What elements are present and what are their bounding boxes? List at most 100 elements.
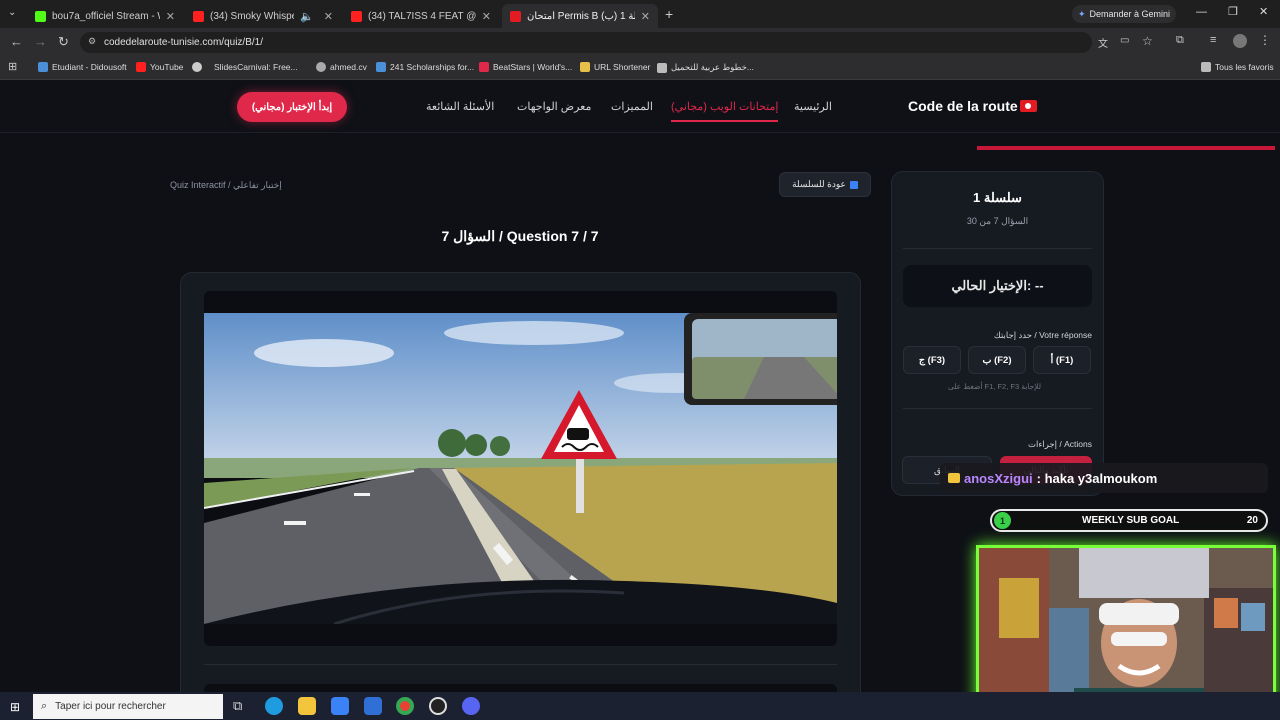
window-close-button[interactable]: ✕ [1259, 5, 1268, 18]
bookmark-url-shortener[interactable]: URL Shortener [580, 62, 650, 72]
search-placeholder: Taper ici pour rechercher [55, 701, 166, 712]
tunisia-flag-icon [1020, 100, 1037, 112]
chat-username: anosXzigui [964, 470, 1033, 486]
goal-current: 1 [994, 512, 1011, 529]
speaker-icon[interactable]: 🔈 [300, 10, 314, 23]
start-test-button[interactable]: إبدأ الإختبار (مجاني) [237, 92, 347, 122]
menu-icon[interactable]: ⋮ [1259, 33, 1271, 47]
current-choice: الإختيار الحالي: -- [903, 265, 1092, 307]
beatstars-icon [479, 62, 489, 72]
breadcrumb: Quiz Interactif / إختبار تفاعلي [170, 180, 282, 190]
nav-gallery[interactable]: معرض الواجهات [517, 100, 591, 113]
nav-home[interactable]: الرئيسية [794, 100, 832, 113]
nav-faq[interactable]: الأسئلة الشائعة [426, 100, 494, 113]
media-icon[interactable]: ≡ [1210, 34, 1216, 46]
gemini-button[interactable]: ✦ Demander à Gemini [1072, 5, 1176, 23]
apps-grid-icon[interactable]: ⊞ [8, 60, 17, 73]
profile-avatar[interactable] [1233, 34, 1247, 48]
minimize-button[interactable]: — [1196, 6, 1207, 18]
gemini-label: Demander à Gemini [1089, 9, 1171, 19]
answer-b-button[interactable]: ب (F2) [968, 346, 1026, 374]
new-tab-button[interactable]: + [665, 6, 673, 22]
youtube-icon [136, 62, 146, 72]
close-icon[interactable]: ✕ [324, 10, 333, 23]
question-title: السؤال 7 / Question 7 / 7 [441, 228, 599, 244]
tab-tal7iss[interactable]: (34) TAL7ISS 4 FEAT @Dahmani ✕ [343, 4, 499, 28]
close-icon[interactable]: ✕ [641, 10, 650, 23]
all-favorites[interactable]: Tous les favoris [1201, 62, 1274, 72]
nav-web-exams[interactable]: إمتحانات الويب (مجاني) [671, 100, 779, 122]
back-to-series-button[interactable]: عودة للسلسلة [779, 172, 871, 197]
bookmark-star-icon[interactable]: ☆ [1142, 34, 1153, 48]
task-view-icon[interactable]: ⧉ [233, 698, 242, 714]
didousoft-icon [38, 62, 48, 72]
bookmark-scholarships[interactable]: 241 Scholarships for... [376, 62, 474, 72]
chrome-icon[interactable] [396, 697, 414, 715]
back-icon [849, 180, 858, 189]
bookmark-label: ahmed.cv [330, 62, 367, 72]
bookmark-label: 241 Scholarships for... [390, 62, 475, 72]
tab-title: (34) Smoky Whispers: A Lat [210, 10, 294, 22]
back-arrow-icon[interactable]: ← [10, 34, 23, 49]
bookmark-label: BeatStars | World's... [493, 62, 573, 72]
folder-icon [580, 62, 590, 72]
kick-icon [35, 10, 46, 22]
divider [903, 248, 1092, 249]
tab-stream[interactable]: bou7a_officiel Stream - Watch Liv ✕ [27, 4, 183, 28]
forward-arrow-icon[interactable]: → [34, 34, 47, 49]
taskbar-search[interactable]: ⌕ Taper ici pour rechercher [33, 694, 223, 719]
tab-title: امتحان Permis B (ب) سلسلة 1 - [527, 10, 635, 22]
youtube-icon [193, 10, 204, 22]
fonts-icon [657, 62, 667, 73]
series-title: سلسلة 1 [973, 190, 1022, 205]
all-favorites-label: Tous les favoris [1215, 62, 1274, 72]
globe-icon [316, 62, 326, 72]
bookmark-ahmed[interactable]: ahmed.cv [316, 62, 367, 72]
tab-title: bou7a_officiel Stream - Watch Liv [52, 10, 160, 22]
close-icon[interactable]: ✕ [482, 10, 491, 23]
bookmark-arabic-fonts[interactable]: خطوط عربية للتحميل... [657, 62, 754, 73]
cast-icon[interactable]: ▭ [1120, 35, 1129, 46]
chat-message: : haka y3almoukom [1036, 470, 1158, 486]
reload-icon[interactable]: ↻ [58, 34, 69, 50]
tab-list-chevron-icon[interactable]: ⌄ [8, 7, 16, 18]
bookmark-label: SlidesCarnival: Free... [214, 62, 298, 72]
progress-line [977, 146, 1275, 150]
extensions-icon[interactable]: ⧉ [1176, 34, 1184, 47]
tab-quiz[interactable]: امتحان Permis B (ب) سلسلة 1 - ✕ [502, 4, 658, 28]
response-label: حدد إجابتك / Votre réponse [993, 330, 1092, 340]
gemini-icon: ✦ [1077, 8, 1086, 19]
tab-title: (34) TAL7ISS 4 FEAT @Dahmani [368, 10, 476, 22]
obs-icon[interactable] [429, 697, 447, 715]
scholarship-icon [376, 62, 386, 72]
question-progress: السؤال 7 من 30 [966, 216, 1029, 226]
bookmark-youtube[interactable]: YouTube [136, 62, 183, 72]
bookmark-slidescarnival[interactable]: SlidesCarnival: Free... [192, 62, 298, 72]
bookmark-beatstars[interactable]: BeatStars | World's... [479, 62, 572, 72]
answer-c-button[interactable]: ج (F3) [903, 346, 961, 374]
answer-a-button[interactable]: أ (F1) [1033, 346, 1091, 374]
store-icon[interactable] [331, 697, 349, 715]
bookmark-label: YouTube [150, 62, 184, 72]
translate-icon[interactable]: 文 [1098, 35, 1108, 50]
sub-goal-bar: 1 WEEKLY SUB GOAL 20 [990, 509, 1268, 532]
file-explorer-icon[interactable] [298, 697, 316, 715]
edge-icon[interactable] [265, 697, 283, 715]
url-bar[interactable]: ⚙ codedelaroute-tunisie.com/quiz/B/1/ [80, 32, 1092, 53]
bookmark-didousoft[interactable]: Etudiant - Didousoft [38, 62, 127, 72]
site-info-icon[interactable]: ⚙ [88, 36, 96, 47]
chat-badge-icon [948, 473, 960, 483]
mail-icon[interactable] [364, 697, 382, 715]
brand-logo[interactable]: Code de la route [908, 98, 1018, 114]
discord-icon[interactable] [462, 697, 480, 715]
nav-features[interactable]: المميزات [611, 100, 653, 113]
tab-smoky[interactable]: (34) Smoky Whispers: A Lat 🔈 ✕ [185, 4, 341, 28]
search-icon: ⌕ [41, 700, 48, 712]
keyboard-hint: أضغط على F1, F2, F3 للإجابة [947, 382, 1041, 391]
restore-button[interactable]: ❐ [1228, 5, 1238, 18]
question-image [204, 313, 837, 624]
close-icon[interactable]: ✕ [166, 10, 175, 23]
start-icon[interactable]: ⊞ [10, 700, 20, 714]
chat-overlay: anosXzigui : haka y3almoukom [940, 463, 1268, 493]
goal-label: WEEKLY SUB GOAL [1082, 515, 1180, 526]
